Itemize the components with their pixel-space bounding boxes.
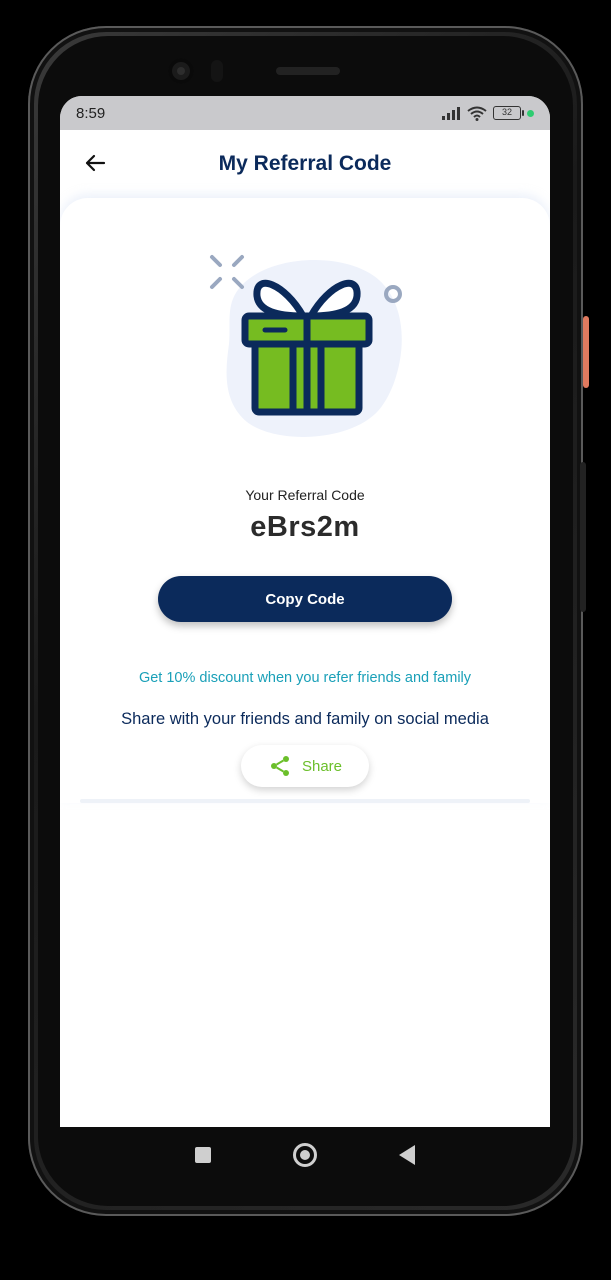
volume-button[interactable] — [580, 462, 586, 612]
status-indicators: 32 — [441, 106, 534, 121]
back-arrow-icon — [85, 154, 106, 172]
share-button[interactable]: Share — [241, 745, 369, 787]
wifi-icon — [467, 106, 487, 121]
status-dot — [527, 109, 534, 117]
gift-illustration — [185, 244, 425, 454]
signal-icon — [442, 107, 460, 120]
share-icon — [270, 756, 289, 776]
gift-icon — [210, 255, 402, 437]
share-label: Share — [301, 757, 343, 775]
status-bar: 8:59 32 — [60, 96, 550, 130]
android-nav-bar — [60, 1127, 550, 1183]
device-stage: 8:59 32 My Referral Code Your Referral C… — [0, 0, 611, 1280]
discount-text: Get 10% discount when you refer friends … — [138, 670, 472, 686]
referral-card: Your Referral Code eBrs2m Copy Code Get … — [60, 198, 550, 803]
page-header: My Referral Code — [60, 130, 550, 198]
battery-level: 32 — [501, 107, 512, 117]
referral-code-label: Your Referral Code — [245, 487, 365, 503]
battery-icon: 32 — [493, 106, 524, 120]
earpiece-speaker — [276, 67, 340, 75]
proximity-sensor — [211, 60, 223, 82]
content-divider — [80, 799, 530, 803]
share-instructions: Share with your friends and family on so… — [121, 710, 489, 728]
page-title: My Referral Code — [218, 152, 392, 175]
front-camera — [168, 58, 194, 84]
status-time: 8:59 — [76, 104, 106, 122]
home-button[interactable] — [293, 1143, 317, 1167]
back-button[interactable] — [80, 148, 110, 178]
recents-button[interactable] — [195, 1147, 211, 1163]
power-button[interactable] — [583, 316, 589, 388]
system-back-button[interactable] — [399, 1145, 415, 1165]
referral-code-value: eBrs2m — [250, 511, 360, 543]
copy-code-button[interactable]: Copy Code — [158, 576, 452, 622]
app-screen: 8:59 32 My Referral Code Your Referral C… — [60, 96, 550, 1127]
